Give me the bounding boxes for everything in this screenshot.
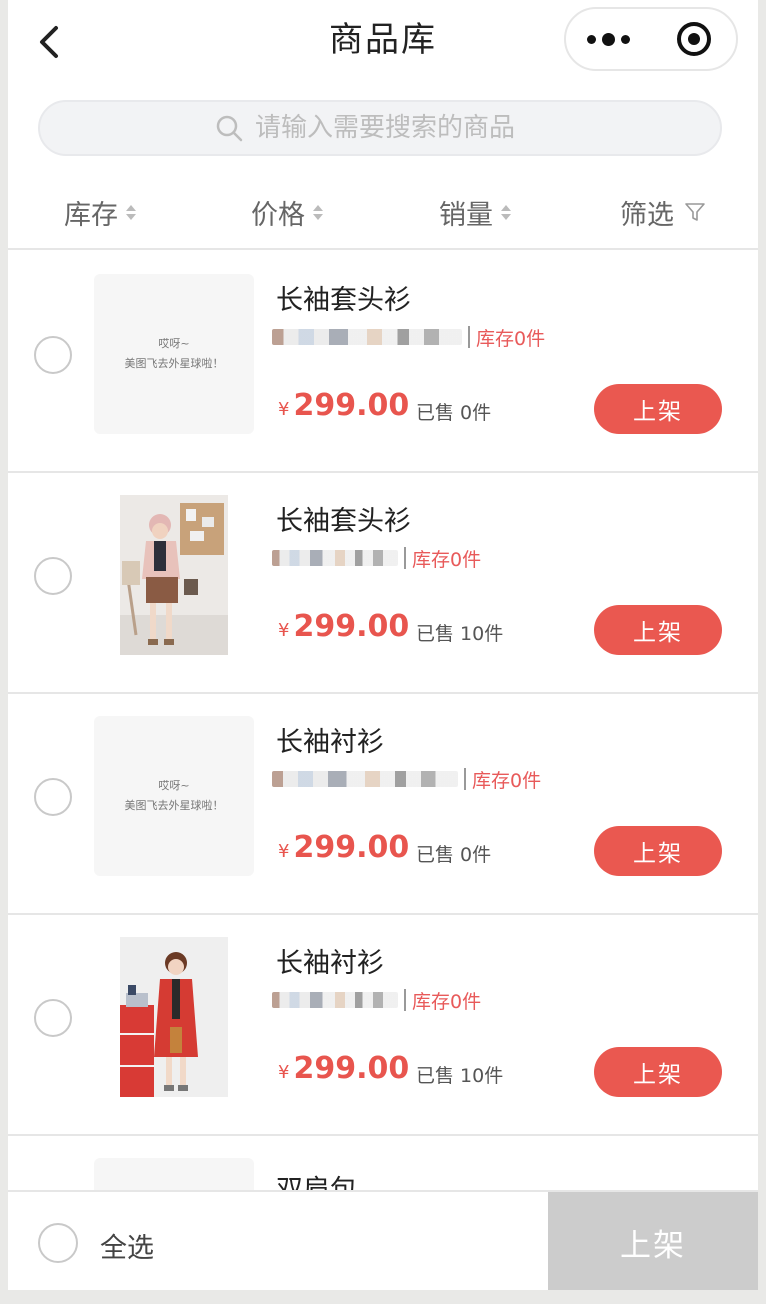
list-on-shelf-button[interactable]: 上架: [594, 384, 722, 434]
sold-count: 已售 0件: [416, 844, 492, 866]
search-icon: [216, 115, 243, 142]
mini-program-capsule: [564, 7, 738, 71]
filter-funnel-icon: [685, 203, 705, 221]
placeholder-text: 美图飞去外星球啦！: [124, 357, 224, 370]
product-photo: [120, 937, 228, 1097]
stock-count: 库存0件: [472, 769, 542, 792]
product-row: 长袖套头衫 库存0件 ¥ 299.00 已售 10件 上架: [8, 473, 758, 694]
sort-stock[interactable]: 库存: [64, 190, 136, 234]
placeholder-text: 美图飞去外星球啦！: [124, 799, 224, 812]
currency-symbol: ¥: [278, 620, 290, 641]
price-value: 299.00: [293, 1051, 410, 1086]
product-price: ¥ 299.00: [278, 1051, 409, 1086]
sold-count: 已售 0件: [416, 402, 492, 424]
stock-count: 库存0件: [412, 990, 482, 1013]
product-price: ¥ 299.00: [278, 388, 409, 423]
product-list: 哎呀~ 美图飞去外星球啦！ 长袖套头衫 库存0件 ¥ 299.00 已售 0件 …: [8, 252, 758, 1290]
placeholder-text: 哎呀~: [158, 779, 190, 792]
blurred-sku: [272, 771, 458, 787]
row-checkbox[interactable]: [34, 778, 72, 816]
product-name: 长袖衬衫: [276, 948, 384, 979]
product-price: ¥ 299.00: [278, 609, 409, 644]
price-value: 299.00: [293, 388, 410, 423]
sort-label: 销量: [439, 199, 493, 231]
close-mini-program-button[interactable]: [651, 9, 736, 69]
sold-count: 已售 10件: [416, 623, 504, 645]
blurred-sku: [272, 992, 398, 1008]
sku-line: 库存0件: [272, 987, 481, 1013]
sold-count: 已售 10件: [416, 1065, 504, 1087]
search-input[interactable]: [255, 113, 545, 143]
product-photo: [120, 495, 228, 655]
select-all-label[interactable]: 全选: [100, 1226, 154, 1265]
list-on-shelf-button[interactable]: 上架: [594, 605, 722, 655]
sort-bar: 库存 价格 销量 筛选: [8, 180, 758, 250]
price-value: 299.00: [293, 609, 410, 644]
batch-on-shelf-button[interactable]: 上架: [548, 1192, 758, 1290]
bottom-action-bar: 全选 上架: [8, 1190, 758, 1290]
row-checkbox[interactable]: [34, 557, 72, 595]
placeholder-text: 哎呀~: [158, 337, 190, 350]
currency-symbol: ¥: [278, 1062, 290, 1083]
product-name: 长袖套头衫: [276, 285, 411, 316]
sku-line: 库存0件: [272, 766, 541, 792]
sort-arrows-icon: [313, 204, 323, 220]
product-price: ¥ 299.00: [278, 830, 409, 865]
currency-symbol: ¥: [278, 841, 290, 862]
product-row: 哎呀~ 美图飞去外星球啦！ 长袖衬衫 库存0件 ¥ 299.00 已售 0件 上…: [8, 694, 758, 915]
sort-arrows-icon: [501, 204, 511, 220]
sort-price[interactable]: 价格: [251, 190, 323, 234]
stock-count: 库存0件: [476, 327, 546, 350]
list-on-shelf-button[interactable]: 上架: [594, 826, 722, 876]
more-dots-icon[interactable]: [566, 9, 651, 69]
product-row: 长袖衬衫 库存0件 ¥ 299.00 已售 10件 上架: [8, 915, 758, 1136]
sort-label: 库存: [64, 199, 118, 231]
sort-label: 价格: [251, 199, 305, 231]
product-image-placeholder: 哎呀~ 美图飞去外星球啦！: [94, 274, 254, 434]
price-value: 299.00: [293, 830, 410, 865]
product-row: 哎呀~ 美图飞去外星球啦！ 长袖套头衫 库存0件 ¥ 299.00 已售 0件 …: [8, 252, 758, 473]
row-checkbox[interactable]: [34, 336, 72, 374]
product-name: 长袖衬衫: [276, 727, 384, 758]
blurred-sku: [272, 329, 462, 345]
filter-button[interactable]: 筛选: [620, 190, 706, 234]
select-all-checkbox[interactable]: [38, 1223, 78, 1263]
target-circle-icon: [676, 22, 711, 56]
filter-label: 筛选: [620, 199, 674, 231]
sort-sales[interactable]: 销量: [439, 190, 511, 234]
product-name: 长袖套头衫: [276, 506, 411, 537]
blurred-sku: [272, 550, 398, 566]
product-image-placeholder: 哎呀~ 美图飞去外星球啦！: [94, 716, 254, 876]
sku-line: 库存0件: [272, 545, 481, 571]
row-checkbox[interactable]: [34, 999, 72, 1037]
stock-count: 库存0件: [412, 548, 482, 571]
sku-line: 库存0件: [272, 324, 545, 350]
nav-bar: 商品库: [8, 0, 758, 84]
currency-symbol: ¥: [278, 399, 290, 420]
app-screen: 商品库 库存 价格 销量 筛选: [8, 0, 758, 1290]
search-bar[interactable]: [38, 100, 722, 156]
sort-arrows-icon: [126, 204, 136, 220]
list-on-shelf-button[interactable]: 上架: [594, 1047, 722, 1097]
